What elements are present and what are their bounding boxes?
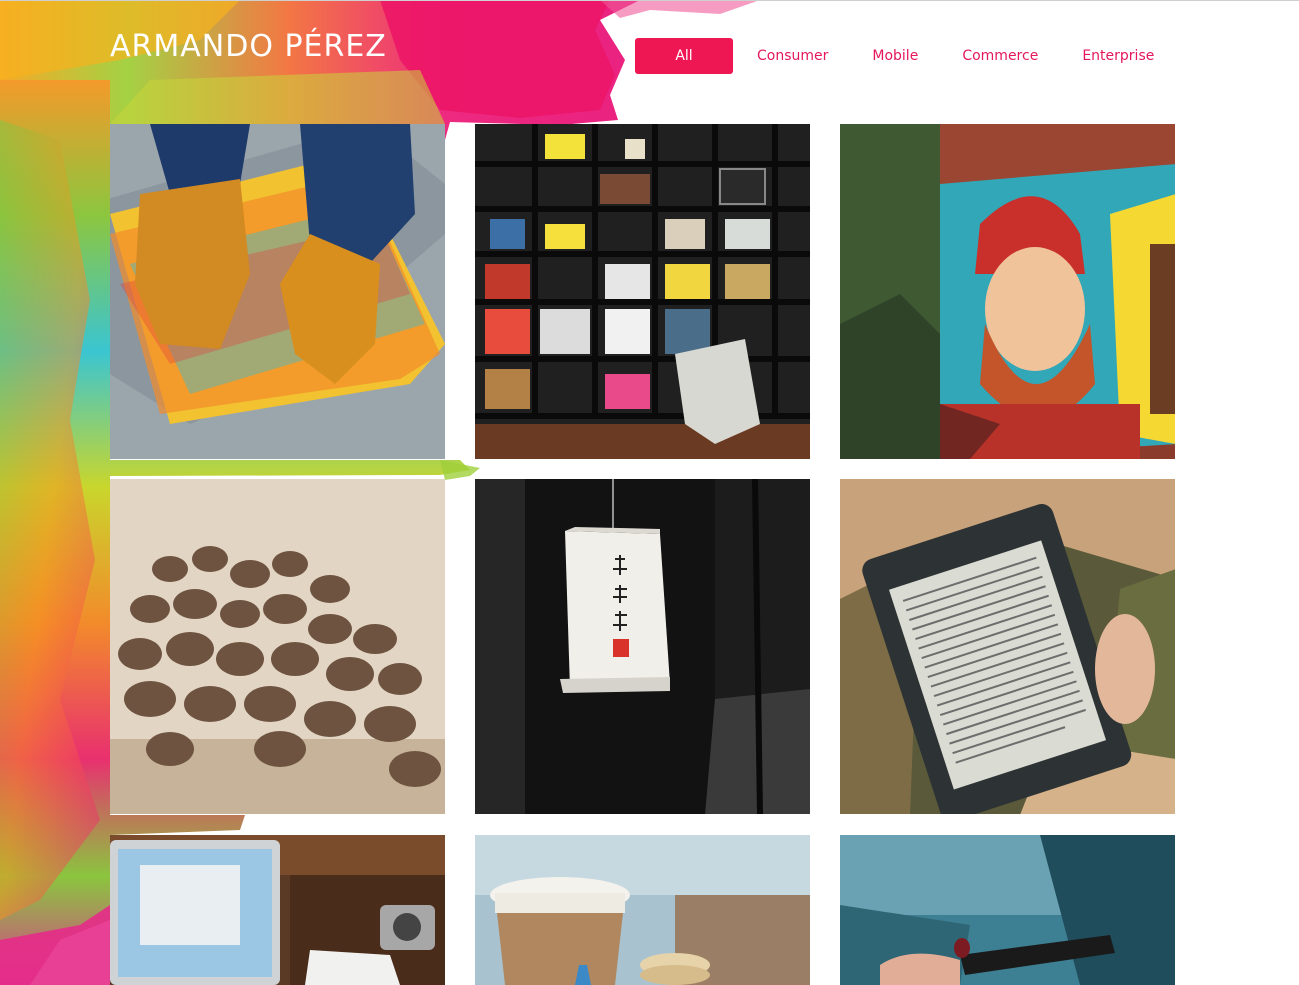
portfolio-item-coffee-cup[interactable] [475,835,810,985]
portfolio-item-lantern[interactable] [475,479,810,814]
site-brand[interactable]: ARMANDO PÉREZ [110,29,387,65]
top-border [0,0,1299,1]
portfolio-item-laptop[interactable] [110,835,445,985]
filter-mobile[interactable]: Mobile [850,38,940,74]
portfolio-item-phone[interactable] [840,835,1175,985]
bearded-man-mural-image [840,124,1175,459]
portfolio-item-mural[interactable] [840,124,1175,459]
filter-consumer[interactable]: Consumer [735,38,850,74]
filter-enterprise[interactable]: Enterprise [1060,38,1176,74]
filter-all[interactable]: All [635,38,733,74]
portfolio-item-coffee-beans[interactable] [110,479,445,814]
portfolio-item-skateboard[interactable] [110,124,445,459]
hand-with-phone-image [840,835,1175,985]
coffee-beans-image [110,479,445,814]
portfolio-item-kindle[interactable] [840,479,1175,814]
portfolio-filters: All Consumer Mobile Commerce Enterprise [635,38,1176,74]
laptop-desk-image [110,835,445,985]
kindle-reader-image [840,479,1175,814]
coffee-cup-macarons-image [475,835,810,985]
bookshelf-image [475,124,810,459]
filter-commerce[interactable]: Commerce [940,38,1060,74]
skateboard-shoes-image [110,124,445,459]
paper-lantern-image [475,479,810,814]
portfolio-item-bookshelf[interactable] [475,124,810,459]
portfolio-page: ARMANDO PÉREZ All Consumer Mobile Commer… [0,0,1299,985]
